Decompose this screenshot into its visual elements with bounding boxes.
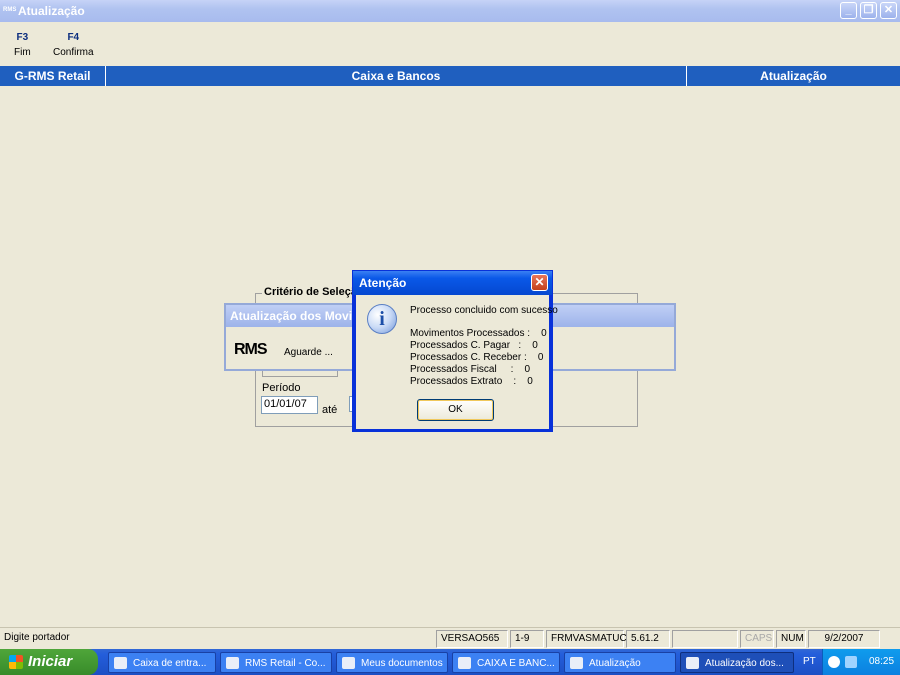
system-tray: 08:25 xyxy=(822,649,900,675)
word-icon xyxy=(458,657,471,669)
task-atualizacao[interactable]: Atualização xyxy=(564,652,676,673)
dialog-message: Processo concluido com sucesso xyxy=(410,305,558,316)
group-title: Critério de Seleção xyxy=(262,286,366,298)
network-icon[interactable] xyxy=(845,656,857,668)
status-build: 5.61.2 xyxy=(626,630,670,648)
rms-logo: RMS xyxy=(234,341,268,358)
clock[interactable]: 08:25 xyxy=(869,649,894,675)
status-date: 9/2/2007 xyxy=(808,630,880,648)
f4-action-label: Confirma xyxy=(53,47,94,58)
status-page: 1-9 xyxy=(510,630,544,648)
f4-key-label: F4 xyxy=(67,32,80,43)
info-icon: i xyxy=(367,304,397,334)
task-rms-retail[interactable]: RMS Retail - Co... xyxy=(220,652,332,673)
windows-flag-icon xyxy=(9,655,23,669)
minimize-button[interactable]: _ xyxy=(840,2,857,19)
start-button[interactable]: Iniciar xyxy=(0,649,98,675)
ate-label: até xyxy=(322,404,338,416)
header-product: G-RMS Retail xyxy=(14,69,91,83)
task-meus-documentos[interactable]: Meus documentos xyxy=(336,652,448,673)
progress-status: Aguarde ... xyxy=(284,347,333,358)
restore-button[interactable]: ❐ xyxy=(860,2,877,19)
f4-confirma-button[interactable]: F4 Confirma xyxy=(53,32,94,58)
rms-icon xyxy=(686,657,699,669)
status-form-name: FRMVASMATUC xyxy=(546,630,627,648)
task-caixa-bancos[interactable]: CAIXA E BANC... xyxy=(452,652,560,673)
tray-arrow-icon[interactable] xyxy=(828,656,840,668)
f3-key-label: F3 xyxy=(16,32,29,43)
status-caps: CAPS xyxy=(740,630,774,648)
window-titlebar: RMS Atualização _ ❐ ✕ xyxy=(0,0,900,22)
task-label: Meus documentos xyxy=(361,658,443,669)
f3-action-label: Fim xyxy=(14,47,31,58)
start-label: Iniciar xyxy=(28,653,73,670)
status-empty xyxy=(672,630,738,648)
rms-icon xyxy=(226,657,239,669)
attention-dialog: Atenção ✕ i Processo concluido com suces… xyxy=(352,270,558,432)
task-outlook[interactable]: Caixa de entra... xyxy=(108,652,216,673)
folder-icon xyxy=(342,657,355,669)
task-label: Atualização dos... xyxy=(705,658,784,669)
task-label: Atualização xyxy=(589,658,641,669)
result-line-pagar: Processados C. Pagar : 0 xyxy=(410,340,538,351)
app-icon: RMS xyxy=(3,7,17,13)
close-window-button[interactable]: ✕ xyxy=(880,2,897,19)
language-indicator[interactable]: PT xyxy=(803,649,816,675)
status-version: VERSAO565 xyxy=(436,630,508,648)
status-num: NUM xyxy=(776,630,806,648)
header-screen: Atualização xyxy=(760,69,827,83)
header-module: Caixa e Bancos xyxy=(351,69,441,83)
status-bar: Digite portador VERSAO565 1-9 FRMVASMATU… xyxy=(0,627,900,649)
dialog-body: i Processo concluido com sucesso Movimen… xyxy=(356,295,558,429)
taskbar: Iniciar Caixa de entra... RMS Retail - C… xyxy=(0,649,900,675)
task-label: CAIXA E BANC... xyxy=(477,658,555,669)
task-label: RMS Retail - Co... xyxy=(245,658,326,669)
window-title: Atualização xyxy=(18,4,85,18)
f3-fim-button[interactable]: F3 Fim xyxy=(14,32,31,58)
date-from-input[interactable]: 01/01/07 xyxy=(261,396,318,414)
rms-icon xyxy=(570,657,583,669)
periodo-label: Período xyxy=(262,382,301,394)
header-band: G-RMS Retail Caixa e Bancos Atualização xyxy=(0,66,900,86)
dialog-title: Atenção xyxy=(353,271,552,295)
result-line-fiscal: Processados Fiscal : 0 xyxy=(410,364,531,375)
mail-icon xyxy=(114,657,127,669)
ok-button[interactable]: OK xyxy=(417,399,494,421)
status-message: Digite portador xyxy=(4,632,70,643)
result-line-receber: Processados C. Receber : 0 xyxy=(410,352,544,363)
result-line-extrato: Processados Extrato : 0 xyxy=(410,376,533,387)
task-atualizacao-dos[interactable]: Atualização dos... xyxy=(680,652,794,673)
task-label: Caixa de entra... xyxy=(133,658,207,669)
dialog-close-button[interactable]: ✕ xyxy=(531,274,548,291)
result-line-movimentos: Movimentos Processados : 0 xyxy=(410,328,547,339)
